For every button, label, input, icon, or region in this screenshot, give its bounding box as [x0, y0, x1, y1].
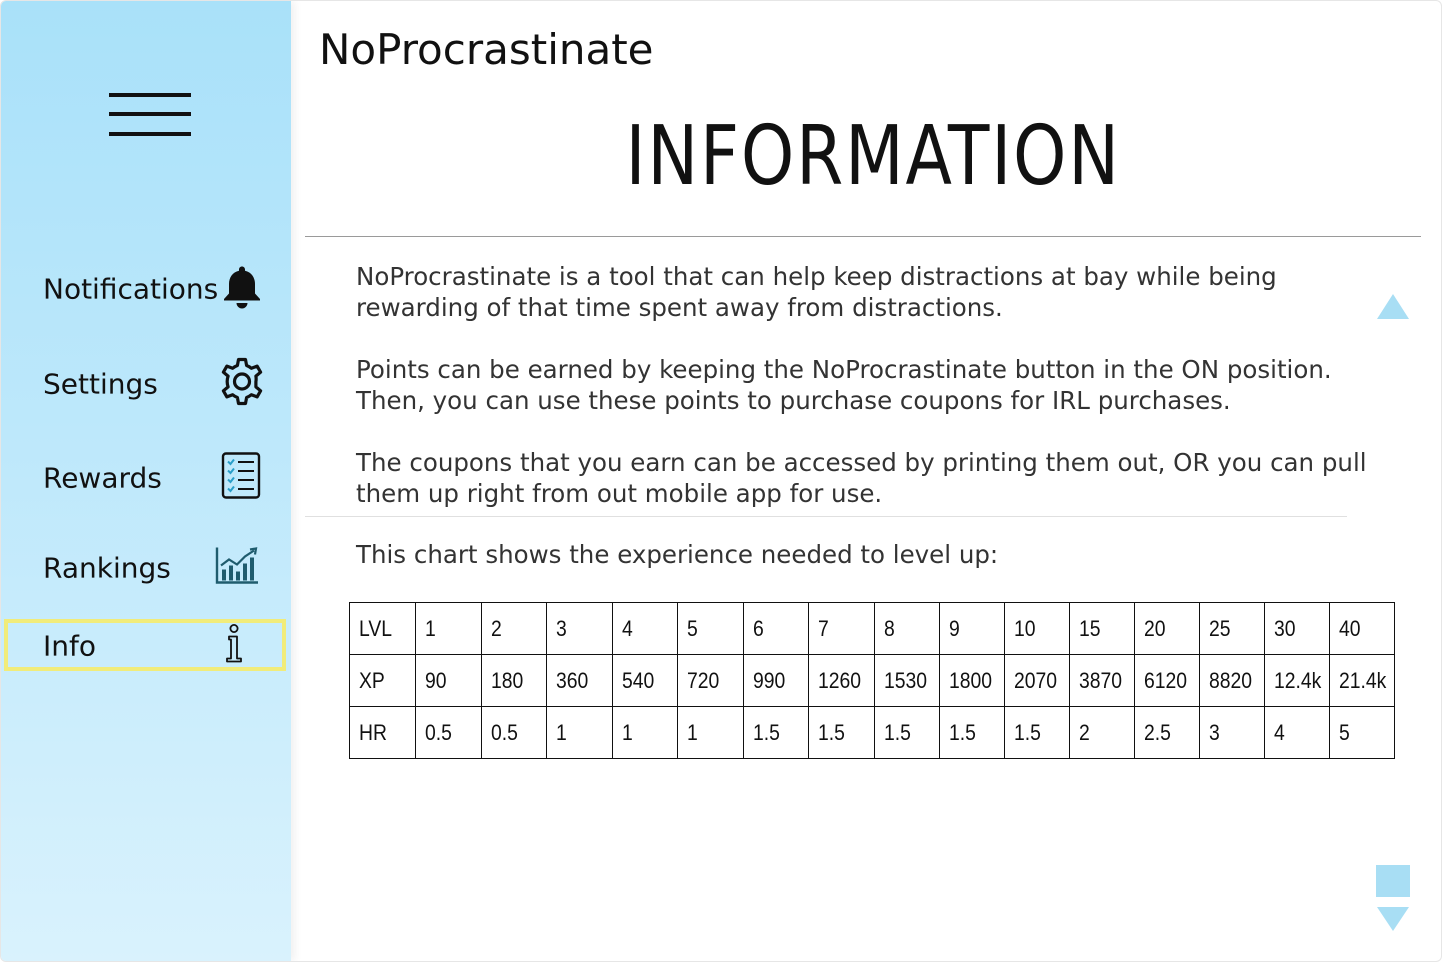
table-cell: 15: [1069, 602, 1135, 655]
scrollbar-thumb[interactable]: [1376, 865, 1410, 897]
menu-icon[interactable]: [109, 93, 191, 139]
table-cell: 1.5: [874, 706, 940, 759]
table-cell: 990: [743, 654, 809, 707]
table-cell: 5: [1329, 706, 1395, 759]
table-cell: 12.4k: [1264, 654, 1330, 707]
table-cell: 180: [481, 654, 547, 707]
info-paragraph: Points can be earned by keeping the NoPr…: [356, 355, 1332, 415]
table-cell: 4: [612, 602, 678, 655]
sidebar-item-label: Notifications: [43, 272, 219, 306]
row-header-cell: XP: [349, 654, 416, 707]
bell-icon: [221, 264, 263, 315]
table-cell: 9: [939, 602, 1005, 655]
table-cell: 1800: [939, 654, 1005, 707]
table-cell: 1.5: [808, 706, 875, 759]
table-cell: 1: [415, 602, 482, 655]
table-cell: 0.5: [415, 706, 482, 759]
table-cell: 1530: [874, 654, 940, 707]
sidebar-item-rewards[interactable]: Rewards: [1, 448, 291, 508]
table-cell: 4: [1264, 706, 1330, 759]
table-cell: 6: [743, 602, 809, 655]
app-title: NoProcrastinate: [319, 25, 654, 74]
table-cell: 90: [415, 654, 482, 707]
table-cell: 540: [612, 654, 678, 707]
level-xp-table: LVL 1 2 3 4 5 6 7 8 9 10 15 20 25 30 40 XP 90 180 360 540 720…: [349, 602, 1395, 759]
table-cell: 1.5: [939, 706, 1005, 759]
table-cell: 1: [612, 706, 678, 759]
app-window: Notifications Settings Rewards Rankings …: [0, 0, 1442, 962]
table-cell: 1: [546, 706, 613, 759]
scroll-down-arrow-icon[interactable]: [1377, 907, 1409, 931]
sidebar: Notifications Settings Rewards Rankings …: [1, 1, 291, 961]
table-cell: 3870: [1069, 654, 1135, 707]
table-row: HR 0.5 0.5 1 1 1 1.5 1.5 1.5 1.5 1.5 2 2.5 3 4 5: [349, 706, 1395, 759]
row-header-cell: LVL: [349, 602, 416, 655]
table-row: LVL 1 2 3 4 5 6 7 8 9 10 15 20 25 30 40: [349, 602, 1395, 655]
table-cell: 2: [1069, 706, 1135, 759]
table-cell: 720: [677, 654, 744, 707]
table-cell: 2070: [1004, 654, 1070, 707]
table-cell: 1: [677, 706, 744, 759]
sidebar-item-info[interactable]: Info: [1, 618, 291, 678]
table-cell: 5: [677, 602, 744, 655]
table-cell: 40: [1329, 602, 1395, 655]
info-paragraph: The coupons that you earn can be accesse…: [356, 448, 1367, 508]
info-icon: [223, 624, 245, 669]
checklist-icon: [221, 452, 261, 505]
table-cell: 6120: [1134, 654, 1200, 707]
table-cell: 1.5: [743, 706, 809, 759]
chart-intro-text: This chart shows the experience needed t…: [356, 540, 999, 569]
table-cell: 3: [1199, 706, 1265, 759]
sidebar-item-notifications[interactable]: Notifications: [1, 259, 291, 319]
table-cell: 10: [1004, 602, 1070, 655]
gear-icon: [217, 357, 267, 412]
sidebar-item-label: Rankings: [43, 551, 171, 585]
table-cell: 20: [1134, 602, 1200, 655]
table-cell: 30: [1264, 602, 1330, 655]
table-cell: 21.4k: [1329, 654, 1395, 707]
sidebar-item-label: Rewards: [43, 461, 162, 495]
page-title: INFORMATION: [625, 109, 1121, 204]
table-cell: 2: [481, 602, 547, 655]
table-cell: 8820: [1199, 654, 1265, 707]
sidebar-item-label: Settings: [43, 367, 158, 401]
table-cell: 2.5: [1134, 706, 1200, 759]
table-cell: 1.5: [1004, 706, 1070, 759]
row-header-cell: HR: [349, 706, 416, 759]
info-paragraph: NoProcrastinate is a tool that can help …: [356, 262, 1277, 322]
table-cell: 25: [1199, 602, 1265, 655]
table-cell: 360: [546, 654, 613, 707]
chart-icon: [214, 546, 260, 591]
divider: [305, 236, 1421, 237]
scroll-up-arrow-icon[interactable]: [1377, 294, 1409, 319]
table-cell: 1260: [808, 654, 875, 707]
table-cell: 0.5: [481, 706, 547, 759]
divider: [305, 516, 1347, 517]
sidebar-item-rankings[interactable]: Rankings: [1, 538, 291, 598]
table-cell: 3: [546, 602, 613, 655]
table-cell: 8: [874, 602, 940, 655]
table-row: XP 90 180 360 540 720 990 1260 1530 1800 2070 3870 6…: [349, 654, 1395, 707]
sidebar-item-label: Info: [43, 629, 96, 663]
sidebar-item-settings[interactable]: Settings: [1, 354, 291, 414]
table-cell: 7: [808, 602, 875, 655]
